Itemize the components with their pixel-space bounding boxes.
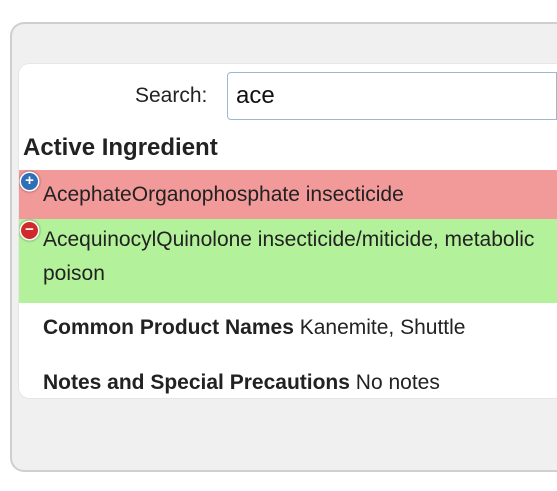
row-text: AcequinocylQuinolone insecticide/miticid… — [43, 223, 543, 291]
table-row-acequinocyl[interactable]: − AcequinocylQuinolone insecticide/mitic… — [19, 219, 557, 303]
collapse-minus-icon[interactable]: − — [21, 222, 38, 239]
detail-notes: Notes and Special Precautions No notes — [43, 371, 440, 395]
ingredient-name: Acephate — [43, 183, 132, 206]
search-label: Search: — [135, 84, 208, 107]
search-row: Search: — [19, 72, 557, 120]
ingredient-name: Acequinocyl — [43, 228, 157, 251]
detail-value: No notes — [355, 371, 440, 394]
expand-plus-icon[interactable]: + — [21, 173, 38, 190]
column-header-active-ingredient[interactable]: Active Ingredient — [23, 134, 218, 162]
search-input[interactable] — [227, 72, 557, 120]
detail-value: Kanemite, Shuttle — [299, 316, 466, 339]
detail-label: Notes and Special Precautions — [43, 371, 350, 394]
detail-label: Common Product Names — [43, 316, 294, 339]
row-text: AcephateOrganophosphate insecticide — [43, 178, 404, 212]
table-row-acephate[interactable]: + AcephateOrganophosphate insecticide — [19, 170, 557, 219]
ingredient-type: Organophosphate insecticide — [131, 183, 404, 206]
detail-product-names: Common Product Names Kanemite, Shuttle — [43, 316, 465, 340]
table-panel: Search: Active Ingredient + AcephateOrga… — [19, 64, 557, 398]
